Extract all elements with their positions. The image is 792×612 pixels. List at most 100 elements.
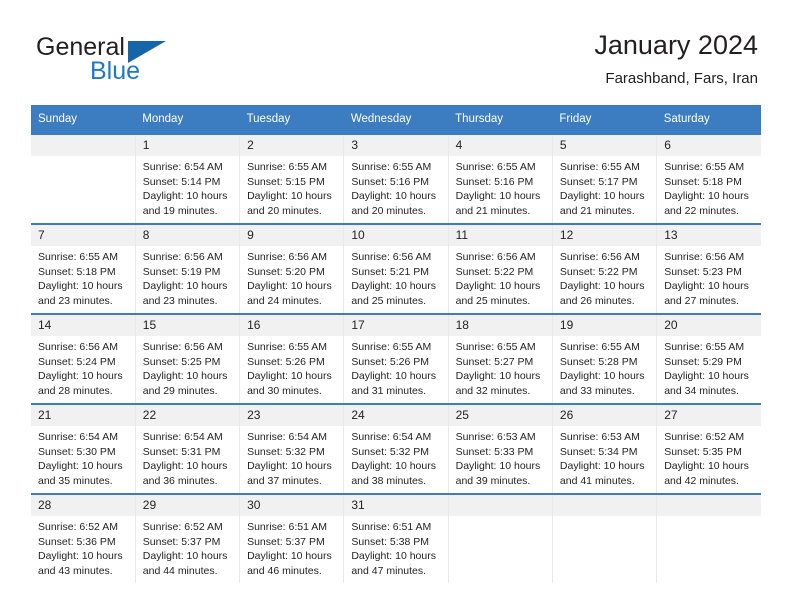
calendar-day-cell[interactable]: 25 Sunrise: 6:53 AM Sunset: 5:33 PM Dayligh… (447, 403, 553, 494)
sunrise-text: Sunrise: 6:55 AM (455, 161, 536, 173)
daylight-text-line2: and 21 minutes. (455, 204, 531, 217)
calendar-day-cell[interactable]: 13 Sunrise: 6:56 AM Sunset: 5:23 PM Dayligh… (656, 223, 761, 314)
day-details: Sunrise: 6:56 AM Sunset: 5:21 PM Daylight:… (344, 246, 447, 308)
calendar-day-cell[interactable]: 18 Sunrise: 6:55 AM Sunset: 5:27 PM Dayligh… (447, 313, 553, 404)
calendar-day-cell[interactable]: 12 Sunrise: 6:56 AM Sunset: 5:22 PM Dayligh… (551, 223, 658, 314)
day-details: Sunrise: 6:56 AM Sunset: 5:22 PM Daylight:… (553, 246, 656, 308)
day-number: 14 (31, 315, 135, 336)
day-details: Sunrise: 6:53 AM Sunset: 5:33 PM Daylight:… (449, 426, 552, 488)
day-number: 22 (135, 405, 240, 426)
daylight-text-line2: and 46 minutes. (247, 564, 322, 577)
calendar-day-cell[interactable]: 11 Sunrise: 6:56 AM Sunset: 5:22 PM Dayligh… (447, 223, 553, 314)
day-number: 8 (135, 225, 240, 246)
day-number: 10 (344, 225, 448, 246)
sunset-text: Sunset: 5:14 PM (142, 175, 221, 188)
sunset-text: Sunset: 5:18 PM (38, 265, 116, 278)
day-details: Sunrise: 6:54 AM Sunset: 5:31 PM Daylight:… (136, 426, 239, 488)
sunset-text: Sunset: 5:26 PM (351, 355, 429, 368)
day-number: 31 (344, 495, 448, 516)
daylight-text-line1: Daylight: 10 hours (455, 460, 541, 473)
calendar-day-cell[interactable]: 23 Sunrise: 6:54 AM Sunset: 5:32 PM Dayligh… (239, 403, 345, 494)
calendar-day-cell[interactable]: 29 Sunrise: 6:52 AM Sunset: 5:37 PM Dayligh… (134, 493, 241, 583)
daylight-text-line1: Daylight: 10 hours (38, 460, 123, 473)
day-details: Sunrise: 6:55 AM Sunset: 5:26 PM Daylight:… (344, 336, 447, 398)
day-details: Sunrise: 6:55 AM Sunset: 5:16 PM Daylight:… (449, 156, 552, 218)
weekday-header-saturday: Saturday (656, 105, 761, 134)
sunrise-text: Sunrise: 6:54 AM (38, 431, 118, 443)
daylight-text-line1: Daylight: 10 hours (247, 460, 332, 473)
daylight-text-line1: Daylight: 10 hours (38, 370, 123, 383)
daylight-text-line1: Daylight: 10 hours (559, 370, 645, 383)
sunrise-text: Sunrise: 6:54 AM (142, 161, 223, 173)
daylight-text-line2: and 47 minutes. (351, 564, 427, 577)
calendar-day-cell[interactable]: 31 Sunrise: 6:51 AM Sunset: 5:38 PM Dayligh… (343, 493, 449, 583)
sunset-text: Sunset: 5:16 PM (455, 175, 534, 188)
day-number: 24 (344, 405, 448, 426)
day-number: 5 (552, 135, 657, 156)
weekday-header-wednesday: Wednesday (343, 105, 449, 134)
day-number: 6 (657, 135, 761, 156)
sunrise-text: Sunrise: 6:56 AM (351, 251, 432, 263)
general-blue-logo[interactable]: General Blue (34, 32, 244, 96)
sunset-text: Sunset: 5:37 PM (142, 535, 221, 548)
sunrise-text: Sunrise: 6:55 AM (455, 341, 536, 353)
sunset-text: Sunset: 5:30 PM (38, 445, 116, 458)
daylight-text-line1: Daylight: 10 hours (664, 370, 749, 383)
calendar-cell-empty (551, 493, 658, 583)
calendar-day-cell[interactable]: 16 Sunrise: 6:55 AM Sunset: 5:26 PM Dayligh… (239, 313, 345, 404)
daylight-text-line1: Daylight: 10 hours (247, 280, 332, 293)
calendar-day-cell[interactable]: 4 Sunrise: 6:55 AM Sunset: 5:16 PM Daylight… (447, 133, 553, 224)
calendar-day-cell[interactable]: 3 Sunrise: 6:55 AM Sunset: 5:16 PM Daylight… (343, 133, 449, 224)
day-number: 28 (31, 495, 135, 516)
day-details: Sunrise: 6:52 AM Sunset: 5:36 PM Daylight:… (31, 516, 135, 578)
daylight-text-line1: Daylight: 10 hours (664, 280, 749, 293)
calendar-page: General Blue January 2024 Farashband, Fa… (0, 0, 792, 612)
day-details: Sunrise: 6:55 AM Sunset: 5:18 PM Daylight:… (657, 156, 761, 218)
calendar-day-cell[interactable]: 9 Sunrise: 6:56 AM Sunset: 5:20 PM Daylight… (239, 223, 345, 314)
daylight-text-line1: Daylight: 10 hours (559, 280, 645, 293)
sunrise-text: Sunrise: 6:55 AM (559, 341, 640, 353)
calendar-day-cell[interactable]: 27 Sunrise: 6:52 AM Sunset: 5:35 PM Dayligh… (656, 403, 761, 494)
daylight-text-line2: and 30 minutes. (247, 384, 322, 397)
daylight-text-line2: and 35 minutes. (38, 474, 113, 487)
day-details: Sunrise: 6:54 AM Sunset: 5:32 PM Daylight:… (344, 426, 447, 488)
calendar-day-cell[interactable]: 26 Sunrise: 6:53 AM Sunset: 5:34 PM Dayligh… (551, 403, 658, 494)
calendar-day-cell[interactable]: 19 Sunrise: 6:55 AM Sunset: 5:28 PM Dayligh… (551, 313, 658, 404)
calendar-day-cell[interactable]: 24 Sunrise: 6:54 AM Sunset: 5:32 PM Dayligh… (343, 403, 449, 494)
day-number: 17 (344, 315, 448, 336)
calendar-day-cell[interactable]: 10 Sunrise: 6:56 AM Sunset: 5:21 PM Dayligh… (343, 223, 449, 314)
calendar-day-cell[interactable]: 22 Sunrise: 6:54 AM Sunset: 5:31 PM Dayligh… (134, 403, 241, 494)
calendar-day-cell[interactable]: 8 Sunrise: 6:56 AM Sunset: 5:19 PM Daylight… (134, 223, 241, 314)
calendar-day-cell[interactable]: 5 Sunrise: 6:55 AM Sunset: 5:17 PM Daylight… (551, 133, 658, 224)
sunset-text: Sunset: 5:31 PM (142, 445, 221, 458)
calendar-day-cell[interactable]: 6 Sunrise: 6:55 AM Sunset: 5:18 PM Daylight… (656, 133, 761, 224)
calendar-day-cell[interactable]: 7 Sunrise: 6:55 AM Sunset: 5:18 PM Daylight… (31, 223, 136, 314)
day-details: Sunrise: 6:55 AM Sunset: 5:18 PM Daylight:… (31, 246, 135, 308)
calendar-day-cell[interactable]: 2 Sunrise: 6:55 AM Sunset: 5:15 PM Daylight… (239, 133, 345, 224)
day-details: Sunrise: 6:52 AM Sunset: 5:35 PM Daylight:… (657, 426, 761, 488)
sunset-text: Sunset: 5:35 PM (664, 445, 742, 458)
calendar-day-cell[interactable]: 20 Sunrise: 6:55 AM Sunset: 5:29 PM Dayligh… (656, 313, 761, 404)
day-details: Sunrise: 6:56 AM Sunset: 5:24 PM Daylight:… (31, 336, 135, 398)
sunset-text: Sunset: 5:23 PM (664, 265, 742, 278)
calendar-day-cell[interactable]: 21 Sunrise: 6:54 AM Sunset: 5:30 PM Dayligh… (31, 403, 136, 494)
calendar-day-cell[interactable]: 15 Sunrise: 6:56 AM Sunset: 5:25 PM Dayligh… (134, 313, 241, 404)
daylight-text-line1: Daylight: 10 hours (247, 370, 332, 383)
sunset-text: Sunset: 5:34 PM (559, 445, 638, 458)
sunrise-text: Sunrise: 6:55 AM (247, 161, 328, 173)
day-number (31, 135, 135, 156)
calendar-day-cell[interactable]: 14 Sunrise: 6:56 AM Sunset: 5:24 PM Dayligh… (31, 313, 136, 404)
weekday-header-monday: Monday (135, 105, 240, 134)
calendar-day-cell[interactable]: 17 Sunrise: 6:55 AM Sunset: 5:26 PM Dayligh… (343, 313, 449, 404)
daylight-text-line2: and 27 minutes. (664, 294, 739, 307)
calendar-day-cell[interactable]: 1 Sunrise: 6:54 AM Sunset: 5:14 PM Daylight… (134, 133, 241, 224)
calendar-day-cell[interactable]: 30 Sunrise: 6:51 AM Sunset: 5:37 PM Dayligh… (239, 493, 345, 583)
day-details: Sunrise: 6:55 AM Sunset: 5:29 PM Daylight:… (657, 336, 761, 398)
daylight-text-line1: Daylight: 10 hours (351, 280, 436, 293)
day-details: Sunrise: 6:54 AM Sunset: 5:30 PM Daylight:… (31, 426, 135, 488)
day-number: 25 (448, 405, 552, 426)
sunset-text: Sunset: 5:19 PM (142, 265, 221, 278)
calendar-grid: Sunday Monday Tuesday Wednesday Thursday… (31, 105, 761, 583)
sunrise-text: Sunrise: 6:56 AM (247, 251, 328, 263)
calendar-day-cell[interactable]: 28 Sunrise: 6:52 AM Sunset: 5:36 PM Dayligh… (31, 493, 136, 583)
